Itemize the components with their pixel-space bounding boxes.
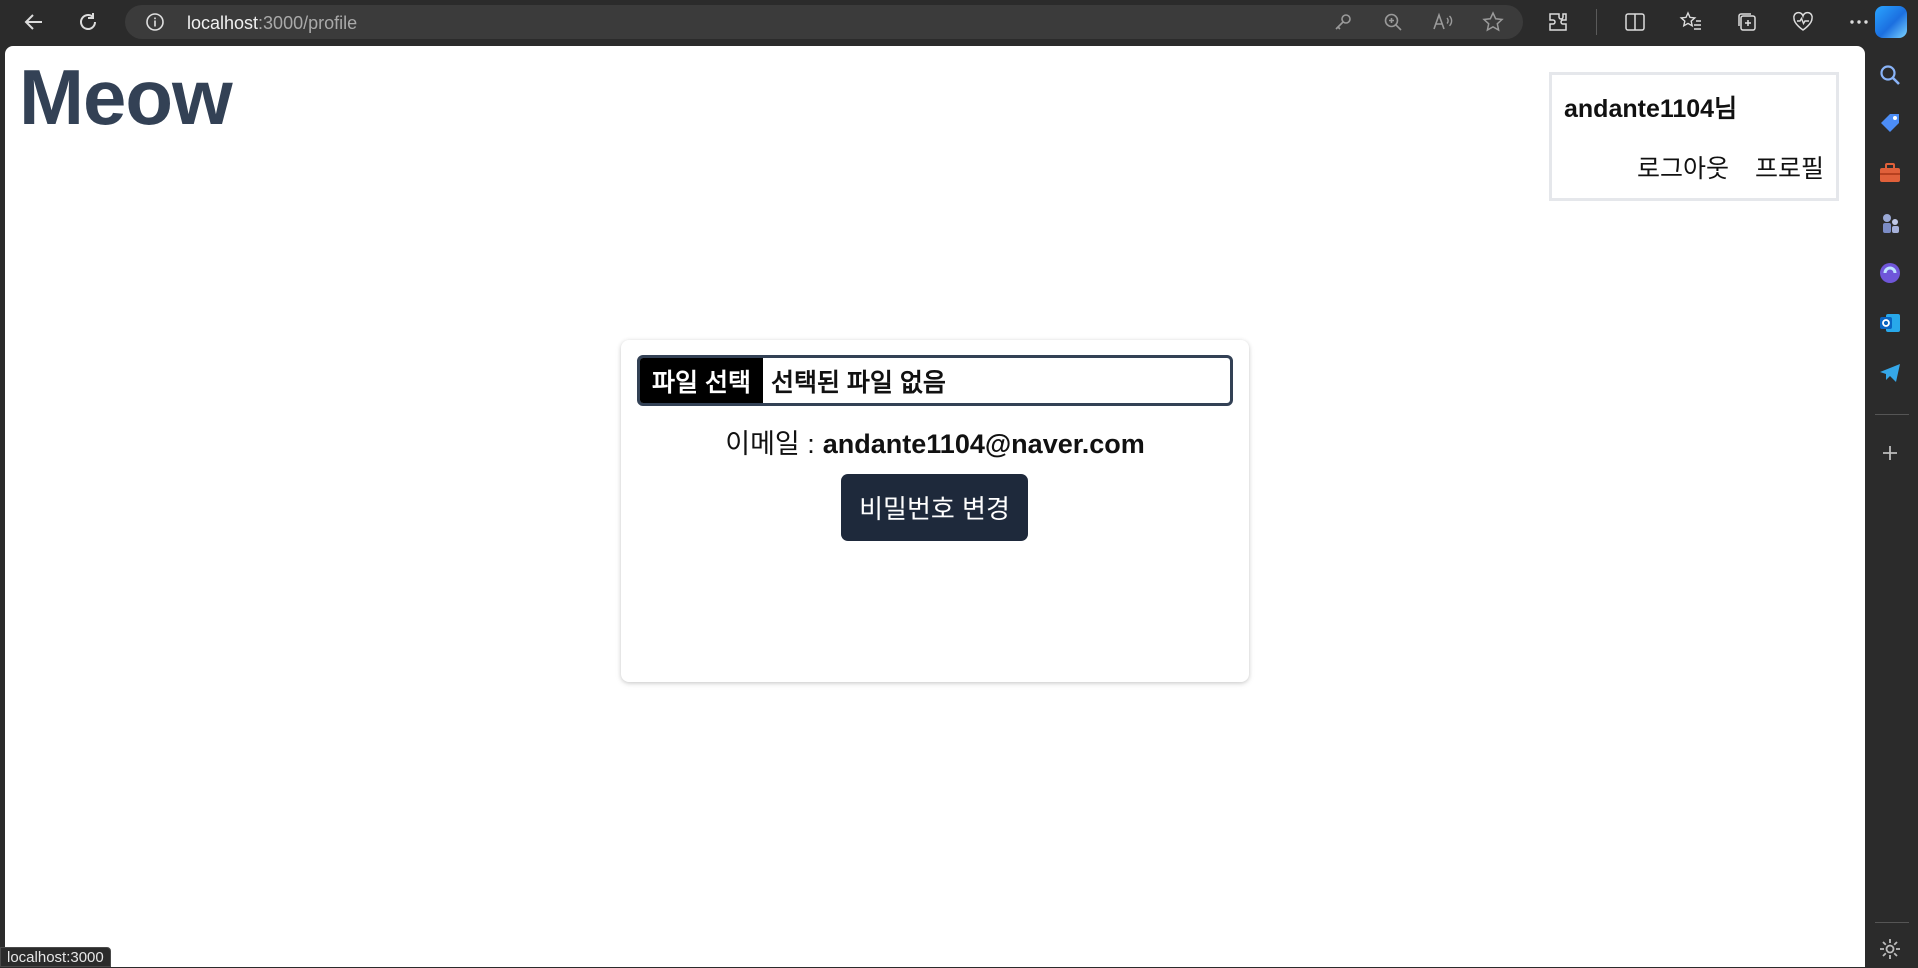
site-logo[interactable]: Meow	[19, 52, 233, 143]
key-icon[interactable]	[1331, 10, 1355, 34]
browser-toolbar: localhost:3000/profile	[0, 0, 1918, 44]
search-icon[interactable]	[1877, 62, 1903, 88]
favorites-icon[interactable]	[1673, 9, 1709, 35]
games-icon[interactable]	[1877, 210, 1903, 236]
collections-icon[interactable]	[1729, 9, 1765, 35]
web-page: Meow andante1104님 로그아웃 프로필 파일 선택 선택된 파일 …	[5, 46, 1865, 967]
back-button[interactable]	[18, 8, 50, 36]
copilot-sidebar-icon[interactable]	[1877, 260, 1903, 286]
sidebar-divider	[1875, 414, 1909, 415]
user-greeting: andante1104님	[1564, 95, 1738, 123]
file-input[interactable]: 파일 선택 선택된 파일 없음	[637, 355, 1233, 406]
url-path: :3000/profile	[258, 13, 358, 33]
copilot-icon[interactable]	[1875, 6, 1907, 38]
split-screen-icon[interactable]	[1617, 9, 1653, 35]
more-options-icon[interactable]	[1841, 9, 1877, 35]
address-url[interactable]: localhost:3000/profile	[187, 13, 357, 34]
profile-link[interactable]: 프로필	[1755, 149, 1824, 185]
send-telegram-icon[interactable]	[1877, 360, 1903, 386]
tools-briefcase-icon[interactable]	[1877, 160, 1903, 186]
shopping-tag-icon[interactable]	[1877, 110, 1903, 136]
email-row: 이메일 : andante1104@naver.com	[621, 422, 1249, 461]
back-arrow-icon	[24, 14, 42, 30]
favorite-star-icon[interactable]	[1481, 10, 1505, 34]
file-status-text: 선택된 파일 없음	[770, 368, 946, 397]
sidebar-divider-bottom	[1875, 922, 1909, 923]
zoom-icon[interactable]	[1381, 10, 1405, 34]
change-password-button[interactable]: 비밀번호 변경	[841, 474, 1028, 541]
email-value: andante1104@naver.com	[822, 429, 1145, 459]
url-host: localhost	[187, 13, 259, 33]
site-info-icon[interactable]	[145, 12, 165, 32]
browser-sidebar	[1865, 44, 1918, 967]
logout-link[interactable]: 로그아웃	[1637, 149, 1729, 185]
user-links: 로그아웃 프로필	[1637, 149, 1824, 185]
toolbar-divider	[1596, 9, 1597, 35]
refresh-button[interactable]	[72, 8, 104, 36]
address-bar[interactable]: localhost:3000/profile	[125, 5, 1523, 39]
email-label: 이메일 :	[725, 429, 815, 459]
read-aloud-icon[interactable]	[1431, 10, 1455, 34]
settings-gear-icon[interactable]	[1877, 936, 1903, 962]
profile-card: 파일 선택 선택된 파일 없음 이메일 : andante1104@naver.c…	[621, 340, 1249, 682]
status-bar-url: localhost:3000	[0, 947, 111, 967]
choose-file-button[interactable]: 파일 선택	[640, 358, 763, 403]
add-icon[interactable]	[1877, 440, 1903, 466]
refresh-icon	[80, 13, 96, 30]
extensions-icon[interactable]	[1540, 9, 1576, 35]
browser-essentials-icon[interactable]	[1785, 9, 1821, 35]
outlook-icon[interactable]	[1877, 310, 1903, 336]
user-menu: andante1104님 로그아웃 프로필	[1549, 72, 1839, 201]
